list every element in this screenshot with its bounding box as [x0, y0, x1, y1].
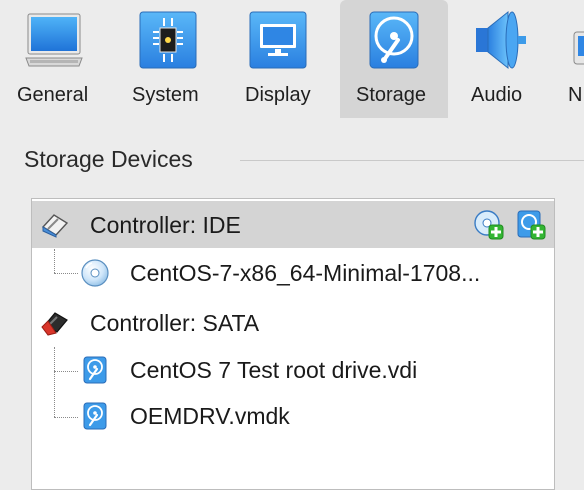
disk-icon	[369, 11, 419, 69]
add-optical-drive-icon[interactable]	[473, 209, 505, 241]
toolbar-item-general[interactable]: General	[6, 0, 102, 118]
section-title-storage-devices: Storage Devices	[24, 146, 193, 172]
hard-disk-icon	[83, 356, 107, 384]
tree-row-controller-sata[interactable]: Controller: SATA	[32, 299, 554, 346]
toolbar-label-network: N	[568, 84, 583, 106]
toolbar-label-storage: Storage	[356, 84, 427, 106]
toolbar-label-audio: Audio	[471, 84, 523, 106]
controller-sata-label: Controller: SATA	[90, 310, 260, 336]
toolbar-item-audio[interactable]: Audio	[464, 0, 540, 118]
sata-controller-icon	[41, 312, 68, 336]
chip-icon	[139, 11, 197, 69]
network-icon	[573, 31, 584, 65]
storage-tree[interactable]: Controller: IDE CentOS-7-x86_64-Minimal-…	[31, 198, 555, 490]
toolbar-item-display[interactable]: Display	[236, 0, 328, 118]
toolbar-item-storage[interactable]: Storage	[340, 0, 448, 118]
attachment-label: CentOS 7 Test root drive.vdi	[130, 357, 418, 383]
attachment-label: CentOS-7-x86_64-Minimal-1708...	[130, 260, 481, 286]
add-hard-disk-icon[interactable]	[515, 209, 547, 241]
tree-row-attachment-oemdrv[interactable]: OEMDRV.vmdk	[32, 393, 554, 440]
settings-toolbar: General System Display Storage Audio N	[0, 0, 584, 118]
toolbar-label-system: System	[132, 84, 199, 106]
toolbar-item-system[interactable]: System	[122, 0, 212, 118]
tree-row-attachment-root-drive[interactable]: CentOS 7 Test root drive.vdi	[32, 347, 554, 394]
toolbar-label-general: General	[17, 84, 89, 106]
controller-ide-label: Controller: IDE	[90, 212, 241, 238]
section-divider	[240, 160, 584, 161]
ide-controller-icon	[41, 214, 69, 238]
hard-disk-icon	[83, 402, 107, 430]
toolbar-item-network[interactable]: N	[562, 0, 584, 118]
speaker-icon	[476, 10, 526, 70]
tree-row-controller-ide[interactable]: Controller: IDE	[32, 201, 554, 248]
toolbar-label-display: Display	[245, 84, 311, 106]
tree-row-attachment-centos-iso[interactable]: CentOS-7-x86_64-Minimal-1708...	[32, 249, 554, 296]
display-icon	[249, 11, 307, 69]
optical-disc-icon	[81, 259, 109, 287]
monitor-window-icon	[25, 13, 83, 67]
attachment-label: OEMDRV.vmdk	[130, 403, 290, 429]
